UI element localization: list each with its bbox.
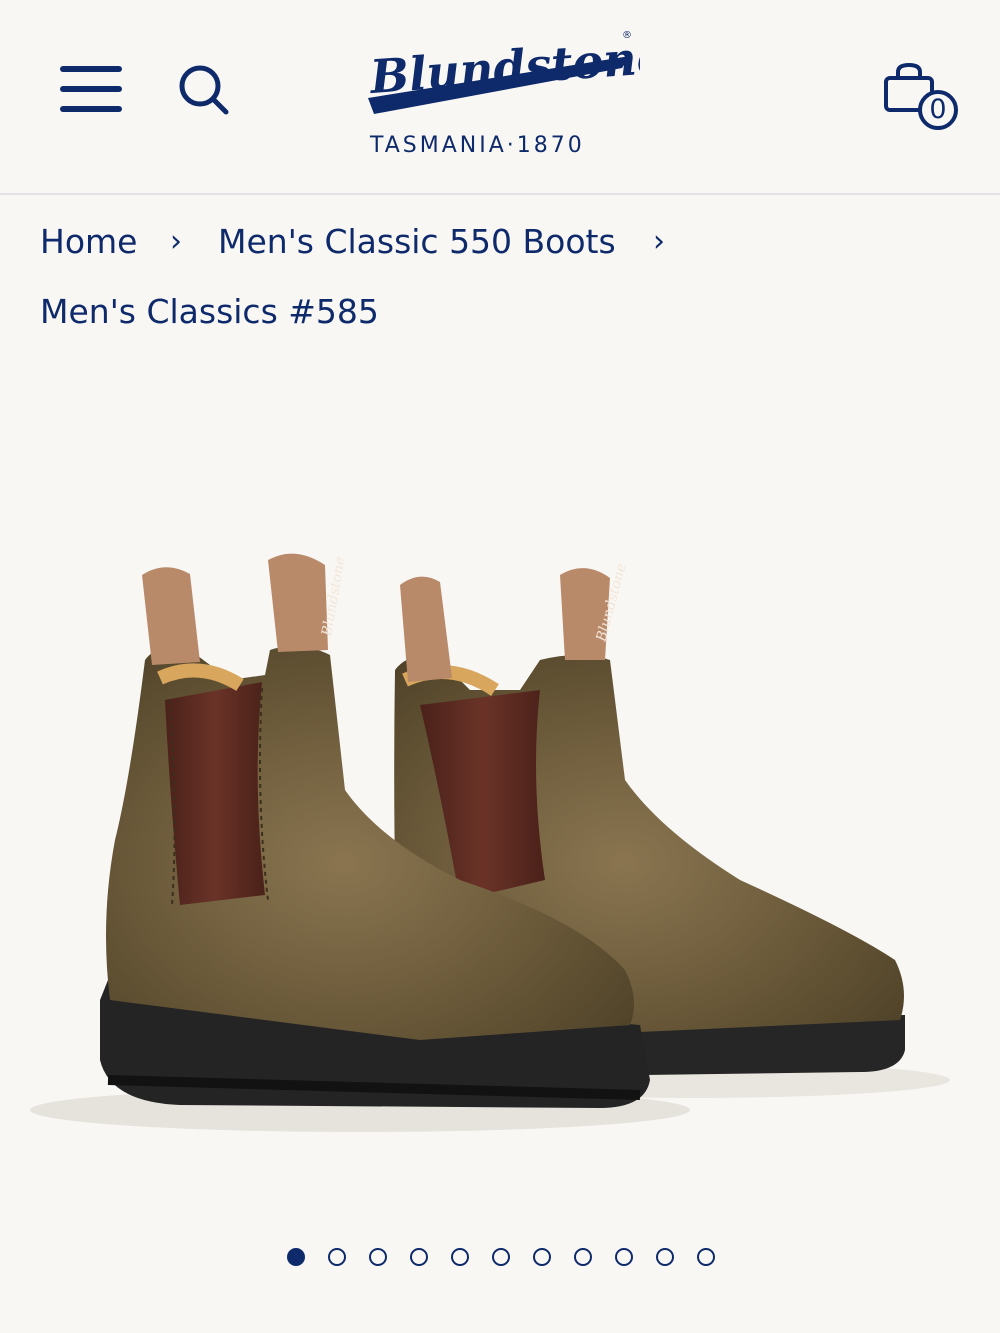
cart-count-badge: 0 <box>929 94 947 125</box>
breadcrumb-home[interactable]: Home <box>40 222 137 261</box>
search-button[interactable] <box>176 62 232 118</box>
breadcrumb-separator: › <box>653 224 665 259</box>
breadcrumb-current-product[interactable]: Men's Classics #585 <box>40 292 379 331</box>
menu-icon-bar <box>60 86 122 92</box>
menu-button[interactable] <box>60 64 124 114</box>
menu-icon-bar <box>60 66 122 72</box>
search-icon <box>179 65 229 115</box>
carousel-dot[interactable] <box>492 1248 510 1266</box>
brand-logo[interactable]: Blundstone ® TASMANIA·1870 <box>360 18 667 168</box>
carousel-dot[interactable] <box>287 1248 305 1266</box>
carousel-dot[interactable] <box>451 1248 469 1266</box>
site-header: Blundstone ® TASMANIA·1870 0 <box>0 0 1000 195</box>
carousel-dot[interactable] <box>697 1248 715 1266</box>
breadcrumb-category[interactable]: Men's Classic 550 Boots <box>218 222 616 261</box>
breadcrumb-separator: › <box>170 224 182 259</box>
carousel-dot[interactable] <box>574 1248 592 1266</box>
carousel-dot[interactable] <box>656 1248 674 1266</box>
carousel-dot[interactable] <box>533 1248 551 1266</box>
carousel-dot[interactable] <box>615 1248 633 1266</box>
cart-button[interactable]: 0 <box>880 62 964 138</box>
blundstone-logo: Blundstone ® TASMANIA·1870 <box>366 29 667 158</box>
image-carousel-pagination <box>0 1248 1000 1274</box>
carousel-dot[interactable] <box>369 1248 387 1266</box>
menu-icon-bar <box>60 106 122 112</box>
carousel-dot[interactable] <box>410 1248 428 1266</box>
chelsea-boots-illustration: Blundstone Blundstone <box>30 553 950 1132</box>
product-image[interactable]: Blundstone Blundstone <box>0 360 1000 1220</box>
svg-text:®: ® <box>622 30 632 41</box>
svg-text:TASMANIA·1870: TASMANIA·1870 <box>369 133 585 158</box>
carousel-dot[interactable] <box>328 1248 346 1266</box>
